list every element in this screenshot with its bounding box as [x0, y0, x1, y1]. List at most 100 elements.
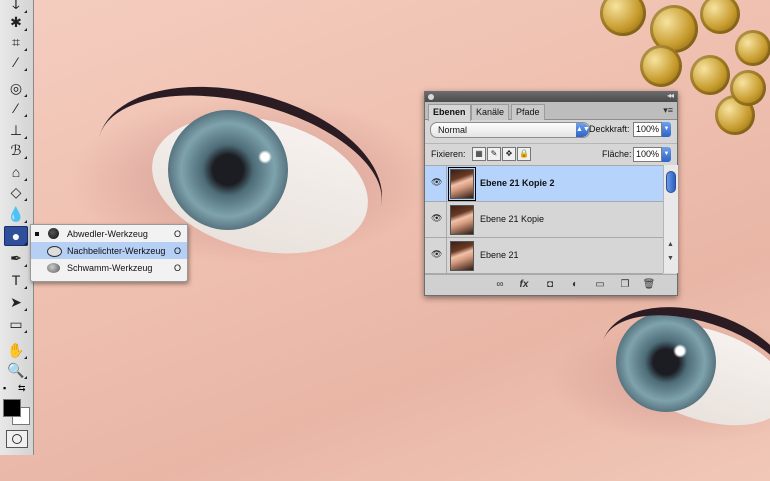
- adjustment-icon[interactable]: ◐: [568, 278, 582, 292]
- more-tools-indicator: [24, 356, 27, 359]
- opacity-dropdown-icon[interactable]: ▼: [662, 122, 671, 137]
- scroll-up-icon[interactable]: ▲: [667, 241, 674, 248]
- current-tool-indicator: [35, 232, 39, 236]
- more-tools-indicator: [24, 94, 27, 97]
- link-icon[interactable]: ∞: [493, 278, 507, 292]
- dodge-tool[interactable]: ●: [4, 226, 28, 246]
- panel-tabs: Ebenen Kanäle Pfade ▾≡: [425, 102, 677, 121]
- group-folder-icon[interactable]: ▭: [593, 278, 607, 292]
- flyout-item-shortcut: O: [173, 228, 181, 239]
- lock-all-icon[interactable]: 🔒: [517, 147, 531, 161]
- type-tool[interactable]: T: [4, 270, 28, 290]
- more-tools-indicator: [24, 286, 27, 289]
- magic-wand-tool[interactable]: ✱: [4, 12, 28, 32]
- scroll-thumb[interactable]: [666, 171, 676, 193]
- sequin: [690, 55, 730, 95]
- pen-icon: ✒: [10, 249, 22, 266]
- eye-icon[interactable]: 👁: [431, 249, 442, 259]
- lock-position-icon[interactable]: ✥: [502, 147, 516, 161]
- layer-row[interactable]: 👁 Ebene 21 Kopie 2: [425, 166, 663, 202]
- sequin: [600, 0, 646, 36]
- eraser-tool[interactable]: ⌂: [4, 162, 28, 182]
- eye-icon[interactable]: 👁: [431, 213, 442, 223]
- eye-icon[interactable]: 👁: [431, 177, 442, 187]
- flyout-item-shortcut: O: [173, 262, 181, 273]
- history-brush-tool[interactable]: ℬ: [4, 140, 28, 160]
- fx-icon[interactable]: fx: [517, 278, 531, 292]
- more-tools-indicator: [24, 242, 27, 245]
- flyout-item-schwamm[interactable]: Schwamm-Werkzeug O: [31, 259, 187, 276]
- more-tools-indicator: [24, 68, 27, 71]
- eyedropper-icon: ⁄: [14, 54, 18, 70]
- close-icon[interactable]: [428, 94, 434, 100]
- spot-healing-icon: ◎: [9, 79, 23, 96]
- pen-tool[interactable]: ✒: [4, 248, 28, 268]
- flyout-item-label: Abwedler-Werkzeug: [67, 228, 148, 239]
- layer-scrollbar[interactable]: ▲ ▼: [663, 165, 678, 273]
- flyout-item-abwedler[interactable]: Abwedler-Werkzeug O: [31, 225, 187, 242]
- rectangle-tool[interactable]: ▭: [4, 314, 28, 334]
- trash-icon[interactable]: 🗑: [642, 278, 656, 292]
- blur-tool[interactable]: 💧: [4, 204, 28, 224]
- eye-lashes: [584, 284, 770, 460]
- dodge-icon: ●: [11, 228, 21, 244]
- flyout-item-nachbelichter[interactable]: Nachbelichter-Werkzeug O: [31, 242, 187, 259]
- paint-bucket-tool[interactable]: ◇: [4, 182, 28, 202]
- paint-bucket-icon: ◇: [10, 183, 22, 200]
- more-tools-indicator: [24, 220, 27, 223]
- lock-transparency-icon[interactable]: ▦: [472, 147, 486, 161]
- sequin: [640, 45, 682, 87]
- lock-label: Fixieren:: [431, 149, 466, 159]
- quick-mask-button[interactable]: [6, 430, 28, 448]
- sequin: [730, 70, 766, 106]
- hand-tool[interactable]: ✋: [4, 340, 28, 360]
- collapse-icon[interactable]: ◂◂: [667, 91, 674, 100]
- crop-tool[interactable]: ⌗: [4, 32, 28, 52]
- default-colors-icon[interactable]: ▪: [3, 383, 6, 393]
- tools-panel: ↆ ✱ ⌗ ⁄ ◎ ⁄ ⊥ ℬ ⌂ ◇ 💧 ● ✒ T ➤ ▭ ✋ 🔍 ⇆ ▪: [0, 0, 34, 455]
- fill-label: Fläche:: [602, 149, 632, 159]
- spot-healing-tool[interactable]: ◎: [4, 78, 28, 98]
- lock-pixels-icon[interactable]: ✎: [487, 147, 501, 161]
- opacity-field[interactable]: 100%: [633, 122, 662, 137]
- divider: [446, 238, 447, 273]
- layer-thumbnail: [450, 241, 474, 271]
- fill-dropdown-icon[interactable]: ▼: [662, 147, 671, 162]
- layer-thumbnail: [448, 167, 476, 201]
- more-tools-indicator: [24, 178, 27, 181]
- layer-row[interactable]: 👁 Ebene 21 Kopie: [425, 202, 663, 238]
- eyedropper-tool[interactable]: ⁄: [4, 52, 28, 72]
- layer-name: Ebene 21 Kopie: [480, 214, 545, 224]
- zoom-tool[interactable]: 🔍: [4, 360, 28, 380]
- panel-menu-icon[interactable]: ▾≡: [663, 105, 673, 116]
- history-brush-icon: ℬ: [10, 141, 22, 158]
- tab-pfade[interactable]: Pfade: [511, 104, 545, 120]
- more-tools-indicator: [24, 308, 27, 311]
- sponge-icon: [47, 263, 60, 273]
- blur-icon: 💧: [7, 205, 25, 222]
- tab-ebenen[interactable]: Ebenen: [428, 104, 471, 121]
- mask-icon[interactable]: ◘: [543, 278, 557, 292]
- burn-icon: [47, 246, 62, 257]
- quick-mask-icon: [12, 434, 22, 444]
- brush-tool[interactable]: ⁄: [4, 98, 28, 118]
- foreground-color-swatch[interactable]: [3, 399, 21, 417]
- fill-field[interactable]: 100%: [633, 147, 662, 162]
- path-selection-tool[interactable]: ➤: [4, 292, 28, 312]
- flyout-item-label: Schwamm-Werkzeug: [67, 262, 153, 273]
- blend-mode-select[interactable]: Normal ▲▼: [430, 122, 590, 138]
- tab-kanaele[interactable]: Kanäle: [471, 104, 510, 120]
- scroll-down-icon[interactable]: ▼: [667, 255, 674, 262]
- swap-colors-icon[interactable]: ⇆: [18, 383, 26, 394]
- layer-row[interactable]: 👁 Ebene 21: [425, 238, 663, 274]
- rectangle-icon: ▭: [9, 315, 23, 332]
- layer-name: Ebene 21 Kopie 2: [480, 178, 555, 188]
- clone-stamp-tool[interactable]: ⊥: [4, 120, 28, 140]
- opacity-label: Deckkraft:: [589, 124, 630, 134]
- layer-name: Ebene 21: [480, 250, 519, 260]
- sequin: [700, 0, 740, 34]
- more-tools-indicator: [24, 156, 27, 159]
- panel-titlebar[interactable]: ◂◂: [425, 91, 677, 102]
- flyout-item-shortcut: O: [173, 245, 181, 256]
- new-layer-icon[interactable]: ❐: [618, 278, 632, 292]
